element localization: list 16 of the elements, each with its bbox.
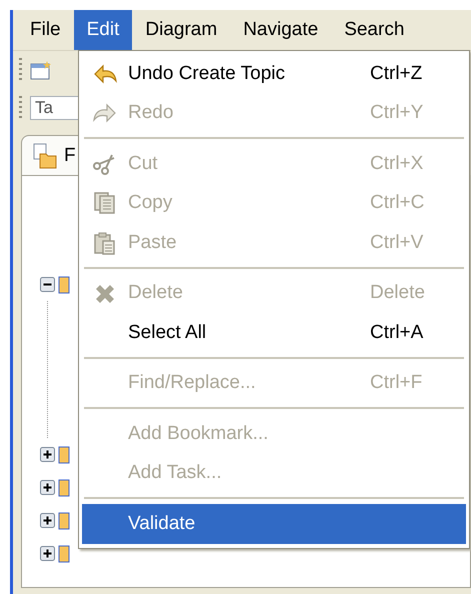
menu-bar-item[interactable]: Search: [331, 10, 418, 50]
shortcut-label: Ctrl+V: [370, 232, 424, 254]
shortcut-label: Ctrl+X: [370, 152, 424, 175]
menu-bar-item[interactable]: File: [17, 10, 74, 50]
menu-bar-item[interactable]: Diagram: [132, 10, 230, 50]
shortcut-label: Ctrl+F: [370, 372, 424, 394]
shortcut-label: Ctrl+Y: [370, 102, 424, 124]
menu-item[interactable]: Undo Create Topic Ctrl+Z: [82, 54, 466, 94]
menu-item[interactable]: Validate: [82, 504, 466, 544]
shortcut-label: Ctrl+Z: [370, 62, 424, 85]
shortcut-label: Delete: [370, 282, 426, 304]
menu-bar-item[interactable]: Navigate: [230, 10, 332, 50]
shortcut-label: Ctrl+C: [370, 192, 426, 214]
menu-item[interactable]: Select All Ctrl+A: [82, 313, 466, 352]
menu-bar-item[interactable]: Edit: [74, 10, 132, 50]
shortcut-label: Ctrl+A: [370, 322, 424, 344]
